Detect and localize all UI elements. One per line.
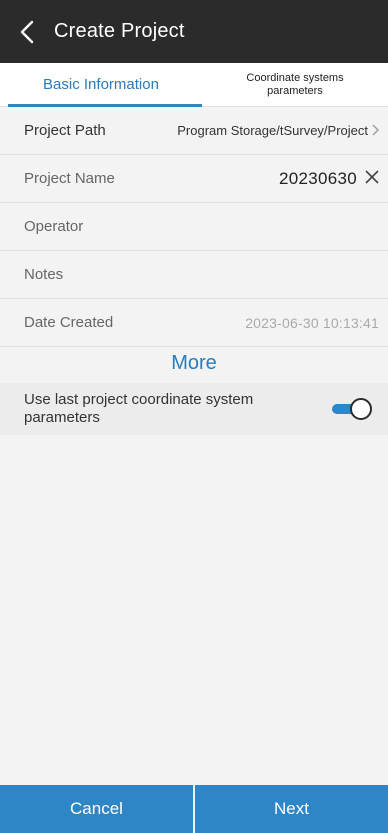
use-last-params-row: Use last project coordinate system param… <box>0 383 388 435</box>
project-path-value-container: Program Storage/tSurvey/Project <box>177 123 379 139</box>
date-created-label: Date Created <box>24 314 114 331</box>
more-button[interactable]: More <box>0 347 388 380</box>
app-header: Create Project <box>0 0 388 63</box>
date-created-value: 2023-06-30 10:13:41 <box>245 314 379 331</box>
project-form: Project Path Program Storage/tSurvey/Pro… <box>0 107 388 347</box>
footer-actions: Cancel Next <box>0 785 388 833</box>
tab-bar: Basic Information Coordinate systems par… <box>0 63 388 107</box>
tab-basic-information[interactable]: Basic Information <box>0 63 202 107</box>
operator-row[interactable]: Operator <box>0 203 388 251</box>
chevron-right-icon <box>372 123 379 139</box>
use-last-params-toggle[interactable] <box>332 398 372 420</box>
next-button[interactable]: Next <box>195 785 388 833</box>
date-created-row: Date Created 2023-06-30 10:13:41 <box>0 299 388 347</box>
cancel-button[interactable]: Cancel <box>0 785 193 833</box>
project-path-label: Project Path <box>24 122 106 139</box>
tab-coordinate-systems-parameters[interactable]: Coordinate systems parameters <box>202 63 388 106</box>
project-name-value-container: 20230630 <box>279 169 379 189</box>
date-created-value-container: 2023-06-30 10:13:41 <box>245 315 379 331</box>
project-path-row[interactable]: Project Path Program Storage/tSurvey/Pro… <box>0 107 388 155</box>
operator-label: Operator <box>24 218 84 235</box>
use-last-params-label: Use last project coordinate system param… <box>24 391 254 426</box>
project-name-label: Project Name <box>24 170 115 187</box>
project-path-value: Program Storage/tSurvey/Project <box>177 123 368 138</box>
notes-label: Notes <box>24 266 64 283</box>
chevron-left-icon[interactable] <box>0 0 54 63</box>
project-name-input[interactable]: 20230630 <box>279 169 357 189</box>
toggle-knob <box>350 398 372 420</box>
notes-row[interactable]: Notes <box>0 251 388 299</box>
page-title: Create Project <box>54 20 185 42</box>
clear-icon[interactable] <box>365 170 379 187</box>
project-name-row: Project Name 20230630 <box>0 155 388 203</box>
